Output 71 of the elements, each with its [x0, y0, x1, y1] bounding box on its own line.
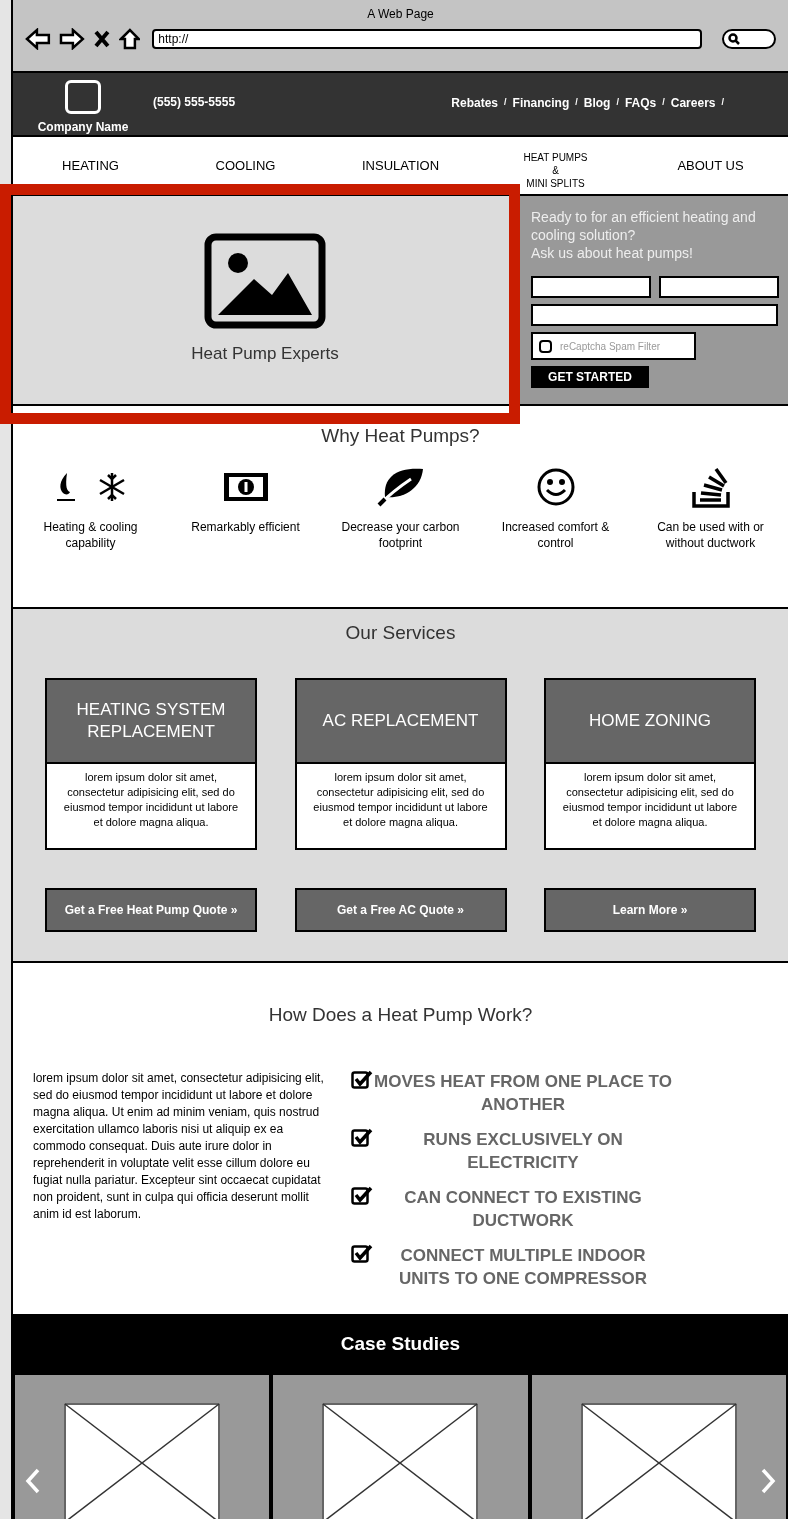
- link-separator: /: [662, 96, 665, 110]
- link-separator: /: [721, 96, 724, 110]
- header-link[interactable]: Rebates: [451, 94, 499, 112]
- text-field[interactable]: [659, 276, 779, 298]
- leaf-icon: [376, 466, 425, 507]
- service-description: lorem ipsum dolor sit amet, consectetur adipisicing elit, sed do eiusmod tempor incididunt ut labore et dolore magna aliqua.: [62, 769, 240, 830]
- chevron-right-icon[interactable]: [760, 1468, 776, 1494]
- checkbox-icon[interactable]: [351, 1243, 373, 1264]
- checklist-item: RUNS EXCLUSIVELY ON ELECTRICITY: [422, 1128, 624, 1174]
- chevron-left-icon[interactable]: [25, 1468, 41, 1494]
- feature-label: Heating & cooling capability: [42, 518, 139, 551]
- form-intro: Ready to for an efficient heating and cooling solution? Ask us about heat pumps!: [531, 208, 757, 262]
- link-separator: /: [504, 96, 507, 110]
- image-placeholder-icon: [580, 1403, 737, 1519]
- service-title: HEATING SYSTEM REPLACEMENT: [47, 679, 255, 764]
- link-separator: /: [575, 96, 578, 110]
- service-description: lorem ipsum dolor sit amet, consectetur adipisicing elit, sed do eiusmod tempor incididunt ut labore et dolore magna aliqua.: [312, 769, 489, 830]
- search-field[interactable]: [722, 29, 776, 49]
- logo-icon[interactable]: [65, 80, 101, 114]
- company-name: Company Name: [37, 119, 129, 136]
- nav-item[interactable]: ABOUT US: [633, 155, 788, 176]
- text-field[interactable]: [531, 276, 651, 298]
- home-icon[interactable]: [118, 28, 141, 50]
- service-title: AC REPLACEMENT: [296, 679, 505, 764]
- image-icon: [204, 233, 326, 330]
- back-icon[interactable]: [25, 28, 51, 50]
- header-link[interactable]: Financing: [512, 94, 570, 112]
- window-title: A Web Page: [366, 6, 435, 20]
- checklist-item: CONNECT MULTIPLE INDOOR UNITS TO ONE COMPRESSOR: [397, 1244, 649, 1290]
- nav-item[interactable]: HEATING: [13, 155, 168, 176]
- service-button[interactable]: Get a Free AC Quote »: [294, 887, 507, 932]
- feature-label: Remarkably efficient: [190, 518, 301, 535]
- service-button[interactable]: Get a Free Heat Pump Quote »: [45, 887, 257, 932]
- how-description: lorem ipsum dolor sit amet, consectetur adipisicing elit, sed do eiusmod tempor incididunt ut labore et dolore magna aliqua. Ut enim ad minim veniam, quis nostrud exercitation ullamco laboris nisi ut aliquip ex ea commodo consequat. Duis aute irure dolor in reprehenderit in voluptate velit esse cillum dolore eu fugiat nulla pariatur. Excepteur sint occaecat cupidatat non proident, sunt in culpa qui officia deserunt mollit anim id est laborum.: [33, 1069, 325, 1223]
- text-field[interactable]: [531, 304, 778, 326]
- phone-number: (555) 555-5555: [153, 94, 236, 111]
- image-placeholder-icon: [64, 1403, 221, 1519]
- feature-label: Increased comfort & control: [500, 518, 611, 551]
- banknote-icon: [222, 471, 269, 502]
- close-icon[interactable]: [92, 29, 111, 49]
- header-link[interactable]: Careers: [670, 94, 716, 112]
- service-description: lorem ipsum dolor sit amet, consectetur adipisicing elit, sed do eiusmod tempor incididunt ut labore et dolore magna aliqua.: [561, 769, 739, 830]
- stacked-lines-icon: [690, 465, 731, 508]
- captcha-label: reCaptcha Spam Filter: [560, 339, 661, 354]
- checklist-item: MOVES HEAT FROM ONE PLACE TO ANOTHER: [373, 1070, 673, 1116]
- section-title: How Does a Heat Pump Work?: [268, 1003, 533, 1027]
- section-title: Our Services: [345, 621, 456, 645]
- nav-item[interactable]: HEAT PUMPS & MINI SPLITS: [478, 141, 633, 190]
- address-field[interactable]: http://: [152, 29, 703, 49]
- section-title: Case Studies: [340, 1332, 461, 1357]
- image-placeholder-icon: [322, 1403, 479, 1519]
- checkbox-icon[interactable]: [351, 1185, 373, 1206]
- service-title: HOME ZONING: [546, 679, 754, 764]
- nav-item[interactable]: INSULATION: [323, 155, 478, 176]
- link-separator: /: [616, 96, 619, 110]
- forward-icon[interactable]: [58, 28, 85, 50]
- checkbox-icon[interactable]: [351, 1069, 373, 1090]
- service-button[interactable]: Learn More »: [544, 887, 756, 932]
- smiley-icon: [535, 466, 576, 507]
- feature-label: Decrease your carbon footprint: [340, 518, 461, 551]
- checklist-item: CAN CONNECT TO EXISTING DUCTWORK: [403, 1186, 643, 1232]
- hero-caption: Heat Pump Experts: [191, 343, 339, 366]
- captcha-checkbox[interactable]: [539, 339, 552, 353]
- nav-item[interactable]: COOLING: [168, 155, 323, 176]
- header-link[interactable]: Blog: [583, 94, 611, 112]
- section-title: Why Heat Pumps?: [321, 424, 480, 448]
- feature-label: Can be used with or without ductwork: [656, 518, 765, 551]
- get-started-button[interactable]: GET STARTED: [531, 366, 649, 388]
- search-icon: [728, 33, 741, 45]
- header-link[interactable]: FAQs: [624, 94, 657, 112]
- checkbox-icon[interactable]: [351, 1127, 373, 1148]
